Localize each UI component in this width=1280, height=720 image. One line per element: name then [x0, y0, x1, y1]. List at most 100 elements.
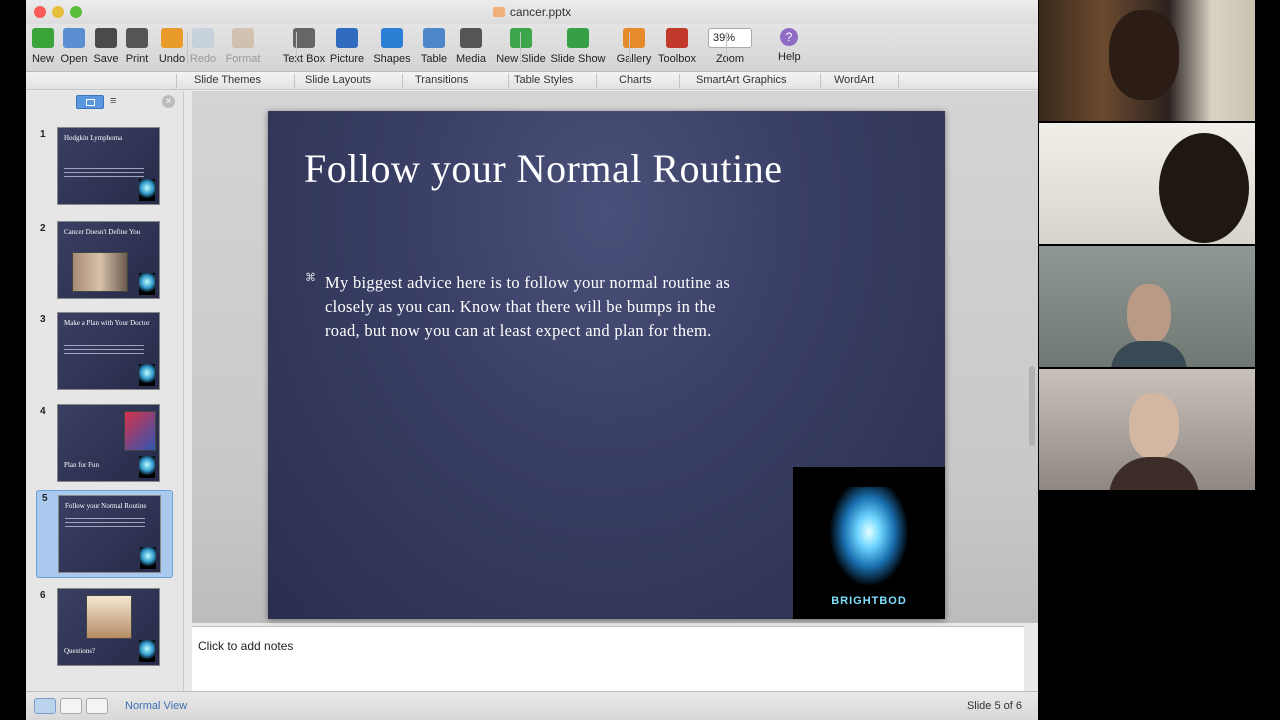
new-label: New — [31, 53, 54, 65]
slide-preview-text-lines — [65, 518, 145, 532]
slide-sorter-view-button[interactable] — [60, 698, 82, 714]
slide-thumbnail-5[interactable]: 5 Follow your Normal Routine — [36, 490, 173, 578]
participant-video-1[interactable] — [1039, 0, 1255, 121]
text-box-button[interactable]: Text Box — [280, 28, 328, 70]
ribbon-tab-transitions[interactable]: Transitions — [415, 74, 468, 86]
slide-thumbnail-2[interactable]: 2 Cancer Doesn't Define You — [26, 221, 184, 305]
slides-view-toggle[interactable] — [76, 95, 104, 109]
ribbon-tab-slide-layouts[interactable]: Slide Layouts — [305, 74, 371, 86]
brightbod-logo-icon — [139, 273, 155, 295]
slide-show-label: Slide Show — [550, 53, 606, 65]
slide-thumbnail-pane: ≡ × 1 Hodgkin Lymphoma 2 Cancer Doesn't Def… — [26, 91, 184, 691]
participant-video-4[interactable] — [1039, 369, 1255, 490]
slide-preview: Plan for Fun — [57, 404, 160, 482]
participant-video-3[interactable] — [1039, 246, 1255, 367]
format-button[interactable]: Format — [225, 28, 261, 70]
new-slide-button[interactable]: New Slide — [493, 28, 549, 70]
toolbar-separator — [296, 32, 297, 64]
standard-toolbar: New Open Save Print Undo Redo Format Text Box Pi… — [26, 24, 1038, 72]
redo-button[interactable]: Redo — [189, 28, 217, 70]
help-button[interactable]: ? Help — [778, 28, 801, 70]
slide-preview: Make a Plan with Your Doctor — [57, 312, 160, 390]
slide-show-button[interactable]: Slide Show — [549, 28, 607, 70]
slide-preview: Cancer Doesn't Define You — [57, 221, 160, 299]
outline-view-toggle[interactable]: ≡ — [110, 95, 124, 109]
video-call-panel — [1038, 0, 1280, 720]
toolbox-button[interactable]: Toolbox — [657, 28, 697, 70]
ribbon-separator — [176, 74, 177, 88]
text-box-label: Text Box — [282, 53, 326, 65]
slide-title[interactable]: Follow your Normal Routine — [304, 145, 904, 192]
toolbox-label: Toolbox — [658, 53, 696, 65]
brightbod-logo-image[interactable]: BRIGHTBOD — [793, 467, 945, 619]
shapes-icon — [381, 28, 403, 48]
editor-scrollbar[interactable] — [1026, 91, 1038, 623]
normal-view-button[interactable] — [34, 698, 56, 714]
zoom-button[interactable]: 39% Zoom — [706, 28, 754, 70]
slide-number: 2 — [40, 223, 46, 234]
scroll-thumb[interactable] — [1029, 366, 1035, 446]
notes-pane[interactable]: Click to add notes — [192, 626, 1024, 691]
slide-preview: Follow your Normal Routine — [58, 495, 161, 573]
view-label: Normal View — [125, 700, 188, 712]
ribbon-separator — [294, 74, 295, 88]
new-button[interactable]: New — [30, 28, 56, 70]
zoom-label: Zoom — [715, 53, 745, 65]
redo-label: Redo — [189, 53, 217, 65]
ribbon-separator — [402, 74, 403, 88]
title-bar: cancer.pptx — [26, 0, 1038, 24]
print-button[interactable]: Print — [123, 28, 151, 70]
slide-number: 6 — [40, 590, 46, 601]
slide-number: 1 — [40, 129, 46, 140]
new-slide-label: New Slide — [496, 53, 546, 65]
gallery-button[interactable]: Gallery — [616, 28, 652, 70]
slide-counter: Slide 5 of 6 — [966, 700, 1022, 712]
slide-preview-title: Follow your Normal Routine — [65, 502, 147, 510]
ribbon-tab-smartart-graphics[interactable]: SmartArt Graphics — [696, 74, 786, 86]
ribbon-tab-wordart[interactable]: WordArt — [834, 74, 874, 86]
ribbon-tab-table-styles[interactable]: Table Styles — [514, 74, 573, 86]
undo-icon — [161, 28, 183, 48]
bullet-icon: ⌘ — [305, 272, 316, 284]
save-button[interactable]: Save — [92, 28, 120, 70]
format-icon — [232, 28, 254, 48]
table-button[interactable]: Table — [418, 28, 450, 70]
picture-label: Picture — [329, 53, 365, 65]
media-button[interactable]: Media — [454, 28, 488, 70]
help-icon: ? — [780, 28, 798, 46]
shapes-label: Shapes — [373, 53, 411, 65]
slide-preview-title: Hodgkin Lymphoma — [64, 134, 123, 142]
thumbnail-pane-header: ≡ × — [26, 91, 184, 113]
shapes-button[interactable]: Shapes — [372, 28, 412, 70]
slide-preview-meme-image — [86, 595, 132, 639]
current-slide[interactable]: Follow your Normal Routine ⌘ My biggest … — [268, 111, 945, 619]
slide-thumbnail-1[interactable]: 1 Hodgkin Lymphoma — [26, 127, 184, 211]
brightbod-logo-icon — [139, 456, 155, 478]
ribbon-tab-charts[interactable]: Charts — [619, 74, 651, 86]
toolbar-separator — [726, 32, 727, 64]
undo-button[interactable]: Undo — [157, 28, 187, 70]
slide-thumbnail-3[interactable]: 3 Make a Plan with Your Doctor — [26, 312, 184, 396]
powerpoint-window: cancer.pptx New Open Save Print Undo Redo Form… — [26, 0, 1038, 720]
participant-video-2[interactable] — [1039, 123, 1255, 244]
toolbox-icon — [666, 28, 688, 48]
brightbod-logo-icon — [140, 547, 156, 569]
slide-thumbnail-6[interactable]: 6 Questions? — [26, 588, 184, 672]
gallery-label: Gallery — [616, 53, 652, 65]
open-button[interactable]: Open — [60, 28, 88, 70]
pptx-file-icon — [492, 7, 505, 17]
glowing-figure-icon — [829, 487, 909, 587]
slide-thumbnail-4[interactable]: 4 Plan for Fun — [26, 404, 184, 488]
slide-body-text[interactable]: My biggest advice here is to follow your… — [325, 271, 745, 343]
slide-show-view-button[interactable] — [86, 698, 108, 714]
picture-button[interactable]: Picture — [328, 28, 366, 70]
media-icon — [460, 28, 482, 48]
gallery-icon — [623, 28, 645, 48]
close-pane-icon[interactable]: × — [162, 95, 175, 108]
slide-editor: Follow your Normal Routine ⌘ My biggest … — [192, 91, 1038, 623]
document-title: cancer.pptx — [26, 5, 1038, 19]
save-label: Save — [93, 53, 119, 65]
slide-preview-text-lines — [64, 168, 144, 182]
toolbar-separator — [629, 32, 630, 64]
ribbon-tab-slide-themes[interactable]: Slide Themes — [194, 74, 261, 86]
